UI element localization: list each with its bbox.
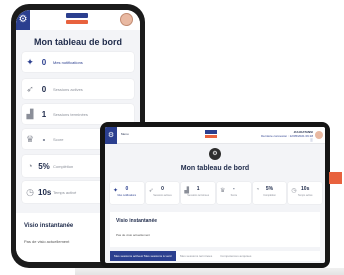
stat-value: 0 <box>125 186 129 192</box>
stat-card[interactable]: ◔ 5% Complétion <box>252 182 287 204</box>
tab-1[interactable]: Mes sessions terminées <box>176 251 216 261</box>
marketing-mockup: ⚙ Mon tableau de bord ✦ 0 Mes notification… <box>0 0 344 275</box>
floor-shadow <box>75 268 344 275</box>
stat-label: Mes notifications <box>117 194 137 197</box>
accent-square <box>329 172 342 184</box>
gear-icon[interactable]: ⚙ <box>105 127 117 144</box>
brand-logo <box>66 13 88 27</box>
stat-label: Score <box>230 194 238 197</box>
stat-card[interactable]: ♛ - Score <box>217 182 251 204</box>
stat-card[interactable]: ▟ 1 Sessions terminées <box>181 182 216 204</box>
satellite-icon: ✦ <box>26 56 34 67</box>
stat-label: Temps activé <box>53 189 77 195</box>
stat-label: Sessions actives <box>153 194 172 197</box>
progress-icon: ◔ <box>27 161 33 171</box>
stat-card[interactable]: ➶ 0 Sessions actives <box>145 182 180 204</box>
page-title: Mon tableau de bord <box>33 37 122 47</box>
rocket-icon: ➶ <box>26 83 34 94</box>
avatar[interactable] <box>315 131 323 139</box>
stat-value: - <box>42 134 46 144</box>
brand-logo <box>205 130 217 139</box>
page-title: Mon tableau de bord <box>180 165 250 172</box>
stat-label: Complétion <box>53 163 74 169</box>
sessions-tabs: Mes sessions actives/ Mes sessions à ven… <box>110 251 320 261</box>
timer-icon: ◷ <box>26 186 34 197</box>
stat-label: Temps activé <box>297 194 313 197</box>
stats-row: ✦ 0 Mes notifications ➶ 0 Sessions actives ▟ 1 S… <box>110 182 323 204</box>
stat-card[interactable]: ➶ 0 Sessions actives <box>22 79 134 99</box>
avatar[interactable] <box>120 13 133 26</box>
stat-label: Sessions terminées <box>53 111 88 117</box>
tablet-screen: ⚙ Menu JULIKATANSI Dernière connexion : … <box>105 127 325 263</box>
phone-header: ⚙ <box>16 10 140 30</box>
user-info: JULIKATANSI Dernière connexion : 12/05/2… <box>261 130 313 142</box>
last-login: Dernière connexion : 12/05/2021 09:18 ⓘ <box>261 134 313 142</box>
stat-value: 1 <box>196 186 200 192</box>
stat-value: - <box>233 186 235 192</box>
gear-icon[interactable]: ⚙ <box>209 148 221 160</box>
stat-value: 1 <box>41 109 47 119</box>
stat-label: Sessions terminées <box>187 194 210 197</box>
stat-card[interactable]: ▟ 1 Sessions terminées <box>22 104 134 124</box>
tab-0[interactable]: Mes sessions actives/ Mes sessions à ven… <box>110 251 177 261</box>
stat-card[interactable]: ✦ 0 Mes notifications <box>110 182 144 204</box>
trophy-icon: ♛ <box>25 133 35 144</box>
stat-label: Sessions actives <box>53 86 83 92</box>
stat-label: Complétion <box>263 194 276 197</box>
stat-value: 0 <box>161 186 164 192</box>
stat-card[interactable]: ✦ 0 Mes notifications <box>22 52 134 72</box>
stat-value: 10s <box>301 186 310 192</box>
gear-icon[interactable]: ⚙ <box>16 10 30 30</box>
visio-status: Pas de visio actuellement <box>24 239 70 244</box>
visio-panel: Visio instantanée Pas de visio actuellem… <box>110 212 320 247</box>
podium-icon: ▟ <box>26 108 34 119</box>
stat-value: 5% <box>265 186 274 192</box>
visio-title: Visio instantanée <box>24 223 74 229</box>
stat-value: 0 <box>41 84 47 94</box>
stat-value: 0 <box>41 57 47 67</box>
stat-label: Mes notifications <box>53 59 83 65</box>
tablet-header: ⚙ Menu JULIKATANSI Dernière connexion : … <box>105 127 325 144</box>
menu-label[interactable]: Menu <box>121 132 129 136</box>
stat-value: 5% <box>38 161 50 171</box>
tablet-device: ⚙ Menu JULIKATANSI Dernière connexion : … <box>100 122 330 268</box>
stat-label: Score <box>53 136 64 142</box>
tab-2[interactable]: Compétences acquises <box>216 251 255 261</box>
visio-title: Visio instantanée <box>116 218 158 224</box>
stat-card[interactable]: ◷ 10s Temps activé <box>288 182 323 204</box>
stat-value: 10s <box>38 187 52 197</box>
visio-status: Pas de visio actuellement <box>116 233 151 237</box>
